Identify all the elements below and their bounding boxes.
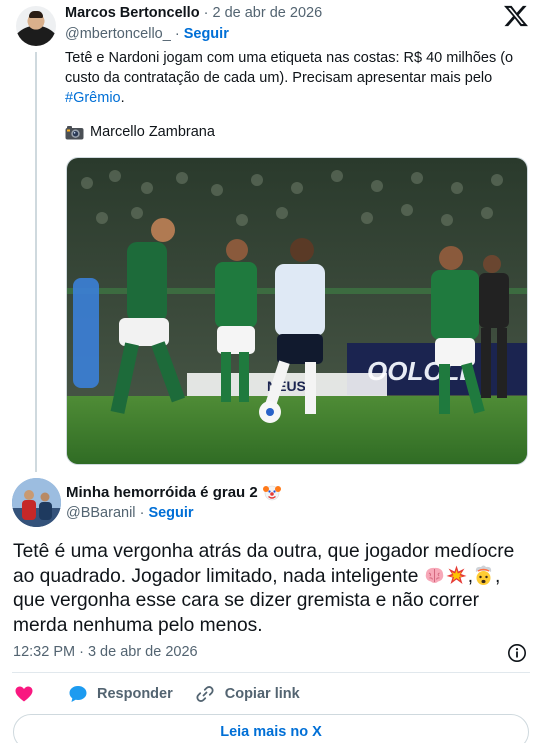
quoted-follow-button[interactable]: Seguir (184, 26, 229, 42)
copy-link-label: Copiar link (224, 686, 300, 702)
match-photo-illustration: OOLOLL NEUS (67, 158, 527, 464)
exploding-head-emoji-icon (475, 565, 492, 585)
quoted-author-avatar[interactable] (16, 6, 56, 46)
reply-author-header: Minha hemorróida é grau 2 (66, 483, 281, 501)
tweet-actions-bar: Responder Copiar link (14, 683, 300, 705)
thread-connector-line (35, 52, 37, 472)
quoted-text-end: . (120, 90, 125, 106)
football-match-photo[interactable]: OOLOLL NEUS (66, 157, 528, 465)
quoted-tweet-text: Tetê e Nardoni jogam com uma etiqueta na… (65, 48, 531, 108)
x-logo-icon[interactable] (503, 4, 529, 28)
quoted-author-header: Marcos Bertoncello · 2 de abr de 2026 (65, 5, 322, 21)
reply-timestamp[interactable]: 12:32 PM · 3 de abr de 2026 (13, 644, 198, 660)
quoted-handle-row: @mbertoncello_ · Seguir (65, 26, 229, 42)
quoted-text-body: Tetê e Nardoni jogam com uma etiqueta na… (65, 50, 514, 86)
reply-label: Responder (97, 686, 173, 702)
collision-emoji-icon (446, 565, 467, 584)
read-more-button[interactable]: Leia mais no X (13, 714, 529, 743)
link-icon (196, 686, 214, 702)
hashtag-link[interactable]: #Grêmio (65, 90, 121, 106)
reply-button[interactable]: Responder (68, 684, 173, 704)
quoted-author-name[interactable]: Marcos Bertoncello (65, 5, 200, 21)
actions-divider (12, 672, 530, 673)
quoted-tweet-date[interactable]: 2 de abr de 2026 (212, 5, 322, 21)
avatar-photo-illustration (12, 478, 61, 527)
reply-author-avatar[interactable] (12, 478, 61, 527)
handle-separator: · (174, 26, 180, 42)
like-button[interactable] (14, 684, 34, 704)
reply-author-name[interactable]: Minha hemorróida é grau 2 (66, 484, 258, 501)
embedded-tweet-card: Marcos Bertoncello · 2 de abr de 2026 @m… (0, 0, 542, 743)
heart-icon (15, 686, 33, 702)
reply-author-handle[interactable]: @BBaranil (66, 505, 136, 521)
clown-face-emoji-icon (262, 485, 281, 501)
photo-credit-name: Marcello Zambrana (90, 124, 215, 140)
reply-bubble-icon (69, 686, 87, 702)
reply-tweet-text: Tetê é uma vergonha atrás da outra, que … (13, 540, 533, 638)
reply-follow-button[interactable]: Seguir (148, 505, 193, 521)
copy-link-button[interactable]: Copiar link (196, 685, 300, 703)
quoted-author-handle[interactable]: @mbertoncello_ (65, 26, 171, 42)
reply-handle-row: @BBaranil · Seguir (66, 505, 194, 521)
camera-emoji-icon (65, 125, 84, 139)
photo-credit: Marcello Zambrana (65, 124, 215, 140)
info-icon[interactable] (507, 643, 527, 663)
brain-emoji-icon (425, 567, 443, 583)
